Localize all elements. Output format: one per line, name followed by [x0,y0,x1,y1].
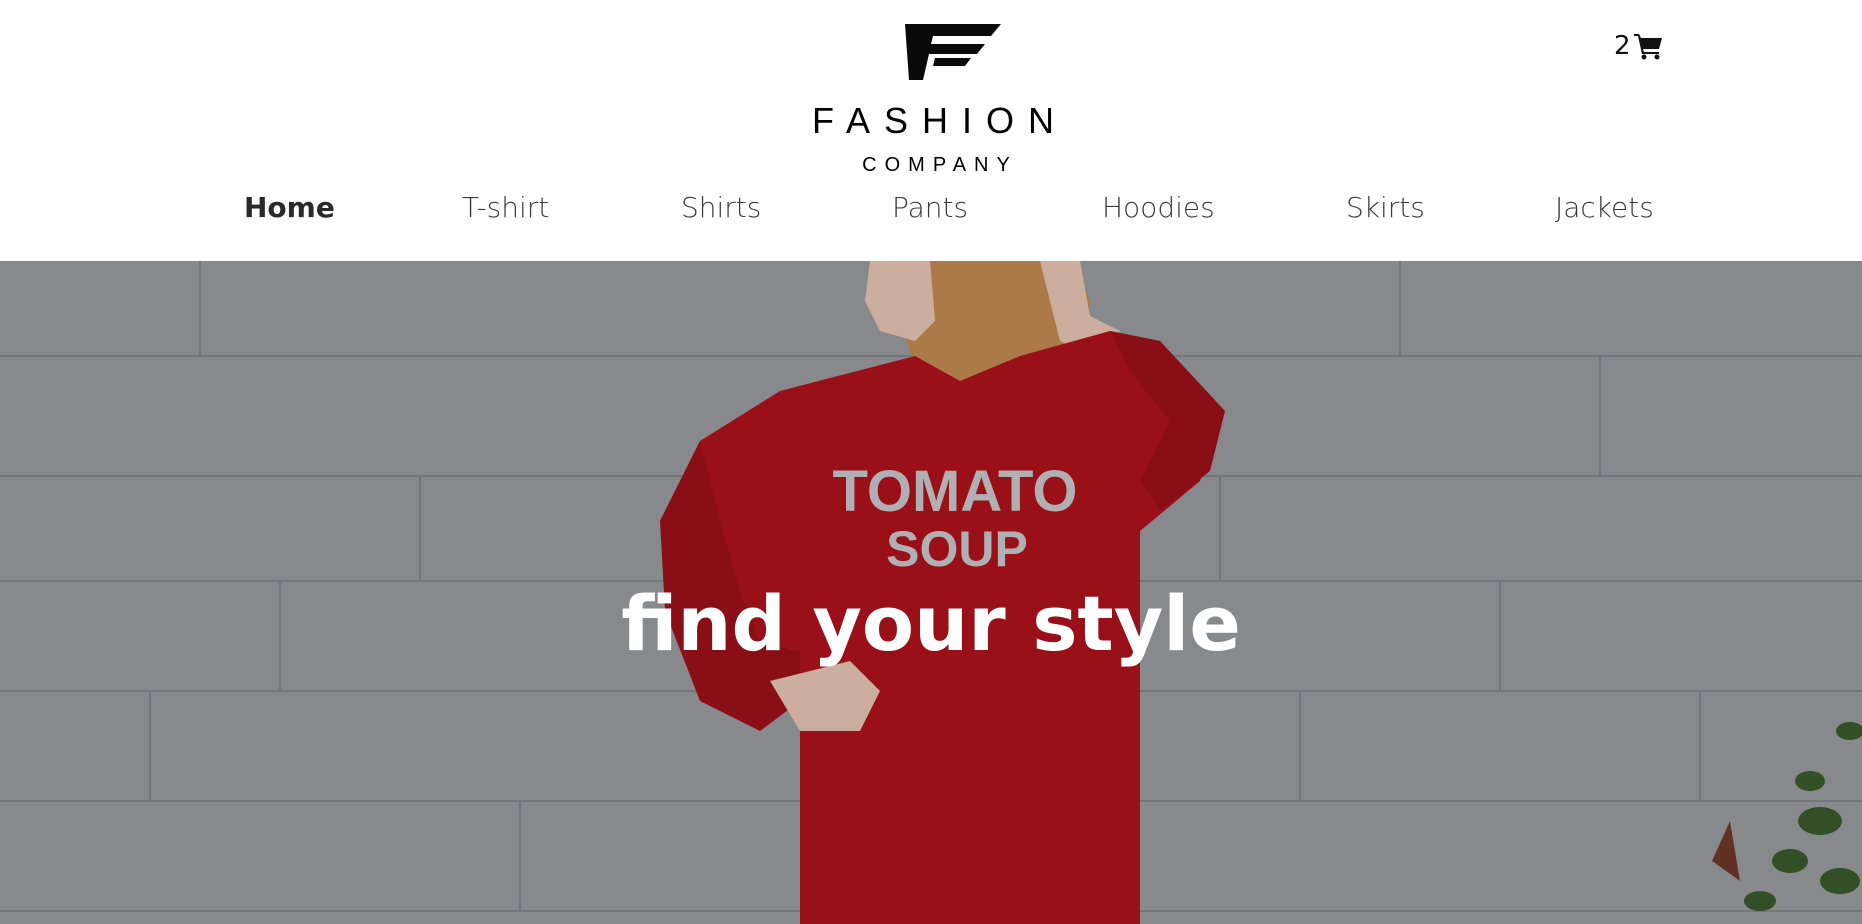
nav-item-home[interactable]: Home [244,188,335,228]
nav-item-tshirt[interactable]: T-shirt [462,188,549,228]
brand-name: FASHION [811,100,1069,141]
cart-button[interactable]: 2 [1614,28,1663,64]
nav-item-hoodies[interactable]: Hoodies [1102,188,1215,228]
nav-item-shirts[interactable]: Shirts [681,188,761,228]
nav-item-pants[interactable]: Pants [892,188,968,228]
brand-subname: COMPANY [862,154,1018,176]
hero-banner: TOMATO SOUP find your style [0,261,1862,924]
cart-icon [1633,34,1662,60]
winged-f-icon [905,24,1001,80]
hero-title: find your style [621,579,1241,668]
cart-count: 2 [1614,31,1631,61]
nav-item-jackets[interactable]: Jackets [1555,188,1654,228]
main-nav: Home T-shirt Shirts Pants Hoodies Skirts… [0,188,1862,228]
nav-item-skirts[interactable]: Skirts [1346,188,1425,228]
brand-logo[interactable]: FASHION COMPANY [780,14,1100,176]
site-header: FASHION COMPANY 2 Home T-shirt Shirts Pa… [0,0,1862,261]
